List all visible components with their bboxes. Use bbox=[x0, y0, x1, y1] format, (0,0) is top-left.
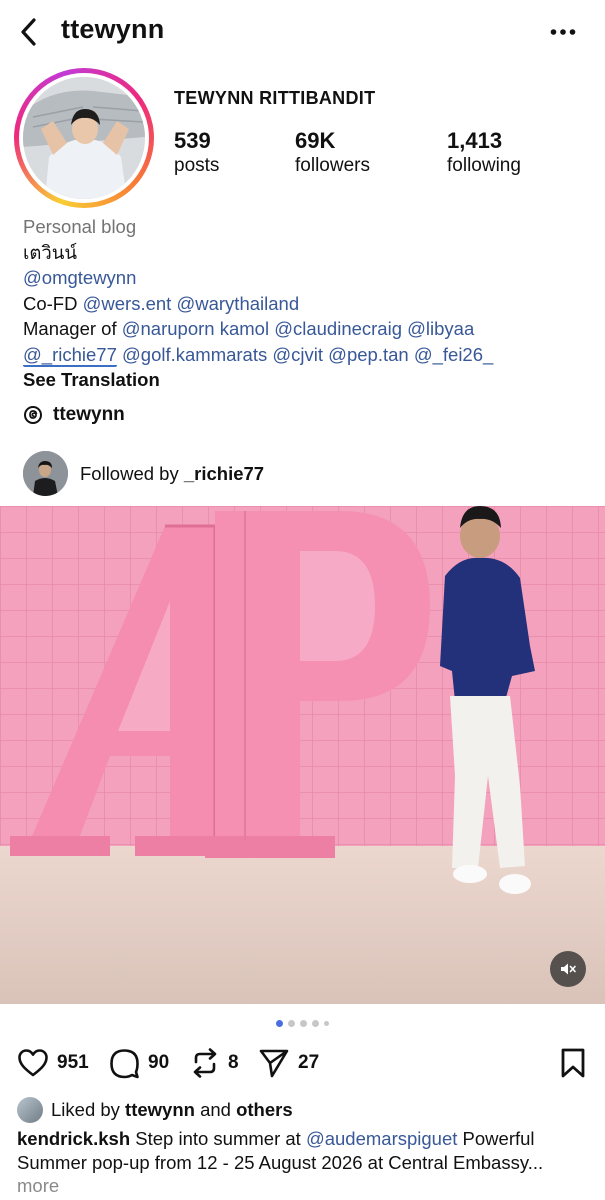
heart-icon bbox=[18, 1049, 48, 1077]
posts-label: posts bbox=[174, 155, 220, 176]
bio-mention[interactable]: @libyaa bbox=[407, 318, 474, 339]
followers-count: 69K bbox=[295, 128, 336, 153]
bookmark-icon bbox=[561, 1048, 585, 1078]
bio-mention[interactable]: @omgtewynn bbox=[23, 267, 136, 288]
liked-by-others[interactable]: others bbox=[236, 1099, 293, 1120]
carousel-dot bbox=[288, 1020, 295, 1027]
carousel-indicator bbox=[0, 1020, 605, 1027]
bio-mention[interactable]: @naruporn kamol bbox=[122, 318, 269, 339]
repost-icon bbox=[193, 1048, 217, 1078]
more-options-button[interactable] bbox=[543, 18, 583, 46]
carousel-dot bbox=[312, 1020, 319, 1027]
following-count: 1,413 bbox=[447, 128, 503, 153]
threads-handle: ttewynn bbox=[53, 404, 125, 425]
followers-label: followers bbox=[295, 155, 370, 176]
bio-mention[interactable]: @warythailand bbox=[176, 293, 299, 314]
top-bar: ttewynn bbox=[0, 0, 605, 64]
carousel-dot bbox=[300, 1020, 307, 1027]
profile-username: ttewynn bbox=[61, 14, 165, 44]
threads-icon bbox=[24, 406, 42, 424]
bio-cofd-label: Co-FD bbox=[23, 292, 83, 314]
liked-by-user[interactable]: ttewynn bbox=[125, 1099, 195, 1120]
profile-full-name: TEWYNN RITTIBANDIT bbox=[174, 88, 376, 108]
stat-posts[interactable]: 539 posts bbox=[174, 128, 219, 178]
caption-mention[interactable]: @audemarspiguet bbox=[306, 1128, 457, 1149]
share-button[interactable]: 27 bbox=[258, 1044, 319, 1082]
stat-followers[interactable]: 69K followers bbox=[295, 128, 370, 178]
bio-mention[interactable]: @wers.ent bbox=[83, 293, 172, 314]
mute-icon bbox=[561, 963, 576, 975]
share-icon bbox=[259, 1049, 289, 1078]
carousel-dot bbox=[324, 1021, 329, 1026]
post-caption: kendrick.ksh Step into summer at @audema… bbox=[17, 1127, 592, 1198]
follower-avatar bbox=[23, 451, 68, 496]
followed-by-row[interactable]: Followed by _richie77 bbox=[23, 451, 264, 496]
bio-mention[interactable]: @pep.tan bbox=[328, 344, 409, 365]
likes-count: 951 bbox=[57, 1052, 89, 1073]
mute-toggle-button[interactable] bbox=[550, 951, 586, 987]
carousel-dot-active bbox=[276, 1020, 283, 1027]
liked-by-row[interactable]: Liked by ttewynn and others bbox=[17, 1097, 293, 1123]
liked-by-and: and bbox=[194, 1099, 237, 1120]
comments-count: 90 bbox=[148, 1052, 170, 1073]
caption-text: Step into summer at bbox=[130, 1128, 306, 1149]
threads-profile-link[interactable]: ttewynn bbox=[23, 404, 125, 426]
save-button[interactable] bbox=[560, 1044, 586, 1082]
stat-following[interactable]: 1,413 following bbox=[447, 128, 521, 178]
back-arrow-icon bbox=[21, 18, 36, 46]
liked-by-label: Liked by bbox=[51, 1099, 126, 1120]
see-translation-link[interactable]: See Translation bbox=[23, 367, 593, 393]
profile-bio: Personal blog เตวินน์ @omgtewynn Co-FD @… bbox=[23, 214, 593, 393]
post-media[interactable] bbox=[0, 506, 605, 1004]
bio-mention[interactable]: @_fei26_ bbox=[414, 344, 493, 365]
following-label: following bbox=[447, 155, 521, 176]
bio-manager-label: Manager of bbox=[23, 318, 122, 339]
more-icon bbox=[550, 29, 576, 35]
profile-avatar bbox=[23, 77, 145, 199]
followed-by-user[interactable]: _richie77 bbox=[184, 463, 264, 484]
repost-button[interactable]: 8 bbox=[190, 1044, 239, 1082]
bio-mention-highlighted[interactable]: @_richie77 bbox=[23, 343, 117, 367]
post-actions: 951 90 8 27 bbox=[17, 1044, 591, 1084]
shares-count: 27 bbox=[298, 1052, 320, 1073]
back-button[interactable] bbox=[12, 14, 44, 50]
bio-mention[interactable]: @golf.kammarats bbox=[122, 344, 267, 365]
post-photo bbox=[0, 506, 605, 1004]
bio-mention[interactable]: @claudinecraig bbox=[274, 318, 402, 339]
bio-mention[interactable]: @cjvit bbox=[272, 344, 323, 365]
comment-icon bbox=[110, 1048, 139, 1078]
caption-username[interactable]: kendrick.ksh bbox=[17, 1128, 130, 1149]
comment-button[interactable]: 90 bbox=[109, 1044, 169, 1082]
posts-count: 539 bbox=[174, 128, 211, 153]
followed-by-label: Followed by bbox=[80, 462, 184, 484]
bio-thai-name: เตวินน์ bbox=[23, 241, 78, 263]
avatar-photo bbox=[23, 77, 145, 199]
liked-by-avatar bbox=[17, 1097, 43, 1123]
reposts-count: 8 bbox=[228, 1052, 239, 1073]
like-button[interactable]: 951 bbox=[17, 1044, 89, 1082]
caption-more-link[interactable]: more bbox=[17, 1174, 592, 1198]
profile-avatar-story-ring[interactable] bbox=[14, 68, 154, 208]
profile-category: Personal blog bbox=[23, 216, 137, 237]
